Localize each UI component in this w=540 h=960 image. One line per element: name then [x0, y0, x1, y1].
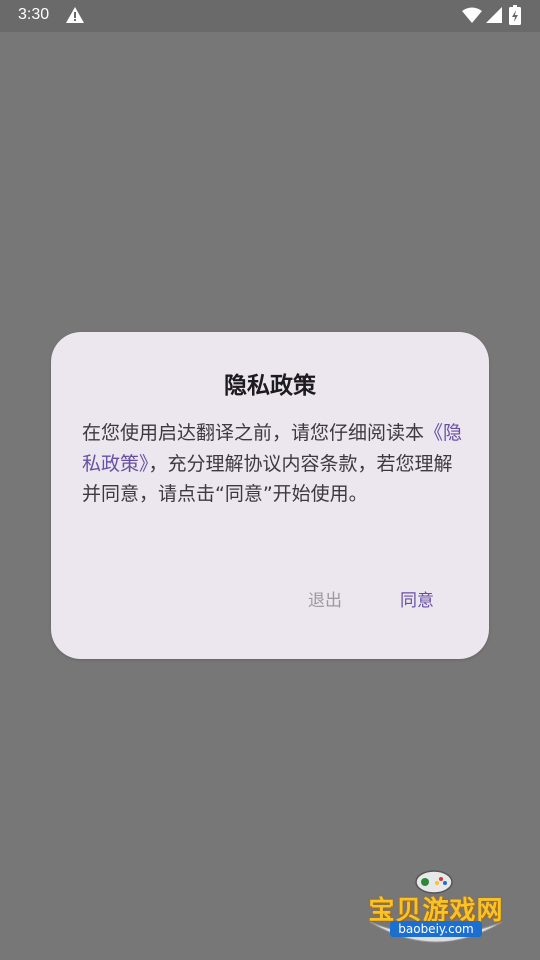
- status-time: 3:30: [18, 6, 50, 23]
- site-watermark-logo: 宝贝游戏网 baobeiy.com: [364, 862, 508, 956]
- dialog-message: 在您使用启达翻译之前，请您仔细阅读本《隐私政策》，充分理解协议内容条款，若您理解…: [82, 418, 468, 510]
- status-bar: 3:30: [0, 0, 540, 32]
- privacy-policy-dialog: 隐私政策 在您使用启达翻译之前，请您仔细阅读本《隐私政策》，充分理解协议内容条款…: [51, 332, 489, 659]
- wifi-icon: [462, 7, 482, 23]
- message-text-before-link: 在您使用启达翻译之前，请您仔细阅读本: [82, 422, 425, 444]
- exit-button[interactable]: 退出: [308, 586, 342, 611]
- dialog-title: 隐私政策: [224, 373, 316, 399]
- agree-button[interactable]: 同意: [400, 586, 434, 611]
- signal-icon: [486, 7, 502, 23]
- watermark-domain: baobeiy.com: [390, 921, 482, 937]
- warning-icon: [66, 7, 84, 23]
- battery-charging-icon: [509, 5, 521, 25]
